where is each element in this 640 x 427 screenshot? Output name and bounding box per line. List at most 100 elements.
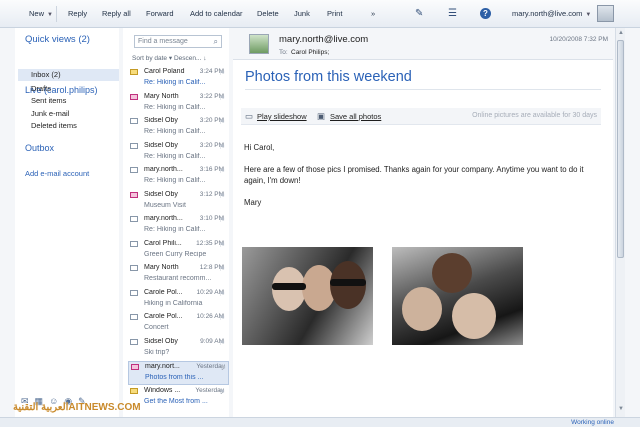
add-email-account-link[interactable]: Add e-mail account	[25, 169, 89, 178]
message-list-item[interactable]: Sidsel Oby 9:09 AM Ski trip? ⚑	[128, 337, 229, 361]
sunglasses-icon	[330, 279, 366, 286]
mail-icon	[130, 265, 138, 271]
flagged-mail-icon	[130, 93, 138, 100]
sort-order: Descen...	[173, 55, 202, 62]
flag-icon[interactable]: ⚑	[219, 265, 225, 273]
message-subject: Re: Hiking in Calif...	[144, 79, 206, 86]
message-list-item[interactable]: Sidsel Oby 3:12 PM Museum Visit ⚑	[128, 190, 229, 214]
message-list-item[interactable]: mary.north... 3:10 PM Re: Hiking in Calif.…	[128, 214, 229, 238]
connection-status: Working online	[571, 419, 614, 426]
flag-icon[interactable]: ⚑	[219, 339, 225, 347]
reply-button[interactable]: Reply	[68, 9, 87, 18]
help-icon[interactable]: ?	[480, 8, 491, 19]
message-sender: Carole Pol...	[144, 313, 183, 320]
mail-icon	[130, 216, 138, 222]
account-menu[interactable]: mary.north@live.com ▼	[512, 9, 591, 18]
message-subject: Re: Hiking in Calif...	[144, 226, 206, 233]
message-header: mary.north@live.com To: Carol Philips; 1…	[233, 28, 613, 60]
scroll-up-icon[interactable]: ▲	[618, 30, 624, 36]
message-list-item[interactable]: mary.nort... Yesterday Photos from this ..…	[128, 361, 229, 385]
chevron-down-icon: ▼	[47, 12, 53, 18]
delete-button[interactable]: Delete	[257, 9, 279, 18]
folder-junk-email[interactable]: Junk e-mail	[31, 109, 69, 118]
folder-inbox[interactable]: Inbox (2)	[18, 69, 119, 81]
pen-icon[interactable]: ✎	[415, 8, 423, 19]
photo-thumbnail[interactable]	[242, 247, 373, 345]
message-list-item[interactable]: Mary North 12:8 PM Restaurant recomm... ⚑	[128, 263, 229, 287]
sender[interactable]: mary.north@live.com	[279, 34, 368, 45]
reading-pane-scrollbar[interactable]: ▲ ▼	[615, 28, 625, 417]
flag-icon[interactable]: ⚑	[219, 167, 225, 175]
flag-icon[interactable]: ⚑	[219, 192, 225, 200]
message-sender: mary.nort...	[145, 363, 180, 370]
flag-icon[interactable]: ⚑	[220, 364, 226, 372]
flagged-mail-icon	[130, 191, 138, 198]
message-subject: Re: Hiking in Calif...	[144, 177, 206, 184]
body-line-2: again, I'm down!	[244, 176, 301, 185]
message-list-item[interactable]: Carole Pol... 10:26 AM Concert ⚑	[128, 312, 229, 336]
toolbar: New ▼ Reply Reply all Forward Add to cale…	[0, 0, 640, 28]
flag-icon[interactable]: ⚑	[219, 94, 225, 102]
search-input[interactable]: Find a message ⌕	[134, 35, 222, 48]
print-button[interactable]: Print	[327, 9, 342, 18]
sort-bar[interactable]: Sort by date ▾ Descen... ↓	[132, 54, 206, 62]
save-all-photos-link[interactable]: Save all photos	[330, 112, 381, 121]
divider	[245, 89, 601, 90]
menu-icon[interactable]: ☰	[448, 8, 457, 19]
play-slideshow-link[interactable]: Play slideshow	[257, 112, 307, 121]
message-list-item[interactable]: Windows ... Yesterday Get the Most from ..…	[128, 386, 229, 410]
slideshow-icon: ▭	[245, 111, 254, 121]
quick-views-header[interactable]: Quick views (2)	[25, 34, 90, 45]
new-button[interactable]: New ▼	[29, 9, 53, 18]
message-list-item[interactable]: mary.north... 3:16 PM Re: Hiking in Calif.…	[128, 165, 229, 189]
sender-avatar	[249, 34, 269, 54]
message-sender: Carole Pol...	[144, 288, 183, 296]
forward-button[interactable]: Forward	[146, 9, 174, 18]
photo-face	[432, 253, 472, 293]
message-list-item[interactable]: Carol Phili... 12:35 PM Green Curry Recipe…	[128, 239, 229, 263]
flag-icon[interactable]: ⚑	[219, 290, 225, 298]
divider	[56, 6, 57, 22]
unread-mail-icon	[130, 69, 138, 75]
scrollbar-thumb[interactable]	[617, 40, 624, 258]
scroll-down-icon[interactable]: ▼	[618, 406, 624, 412]
avatar[interactable]	[597, 5, 614, 22]
message-sender: Sidsel Oby	[144, 141, 178, 149]
junk-button[interactable]: Junk	[294, 9, 310, 18]
folder-deleted-items[interactable]: Deleted items	[31, 121, 77, 130]
add-to-calendar-button[interactable]: Add to calendar	[190, 9, 243, 18]
message-list-item[interactable]: Mary North 3:22 PM Re: Hiking in Calif... ⚑	[128, 92, 229, 116]
message-list-item[interactable]: Sidsel Oby 3:20 PM Re: Hiking in Calif... ⚑	[128, 141, 229, 165]
account-label: mary.north@live.com	[512, 9, 583, 18]
recipient[interactable]: Carol Philips;	[291, 49, 329, 56]
message-list-item[interactable]: Carole Pol... 10:29 AM Hiking in Californi…	[128, 288, 229, 312]
message-subject: Restaurant recomm...	[144, 275, 212, 282]
folder-sent-items[interactable]: Sent items	[31, 96, 66, 105]
photo-thumbnail[interactable]	[392, 247, 523, 345]
message-subject: Re: Hiking in Calif...	[144, 128, 206, 135]
message-list-item[interactable]: Carol Poland 3:24 PM Re: Hiking in Calif..…	[128, 67, 229, 91]
message-sender: Carol Phili...	[144, 239, 182, 247]
outbox-header[interactable]: Outbox	[25, 143, 54, 153]
body-greeting: Hi Carol,	[244, 143, 275, 152]
flag-icon[interactable]: ⚑	[219, 143, 225, 151]
search-icon[interactable]: ⌕	[214, 36, 218, 47]
message-subject: Re: Hiking in Calif...	[144, 103, 206, 111]
flag-icon[interactable]: ⚑	[219, 388, 225, 396]
message-list-item[interactable]: Sidsel Oby 3:20 PM Re: Hiking in Calif... ⚑	[128, 116, 229, 140]
message-sender: Carol Poland	[144, 68, 185, 75]
reply-all-button[interactable]: Reply all	[102, 9, 131, 18]
photo-face	[402, 287, 442, 331]
message-subject: Green Curry Recipe	[144, 250, 207, 258]
message-subject: Hiking in California	[144, 299, 203, 307]
sunglasses-icon	[272, 283, 306, 290]
folder-drafts[interactable]: Drafts	[31, 84, 51, 93]
flag-icon[interactable]: ⚑	[219, 241, 225, 249]
flag-icon[interactable]: ⚑	[219, 314, 225, 322]
flag-icon[interactable]: ⚑	[219, 69, 225, 77]
more-button[interactable]: »	[371, 9, 375, 18]
flag-icon[interactable]: ⚑	[219, 118, 225, 126]
message-sender: mary.north...	[144, 166, 183, 173]
message-subject: Get the Most from ...	[144, 397, 208, 405]
flag-icon[interactable]: ⚑	[219, 216, 225, 224]
